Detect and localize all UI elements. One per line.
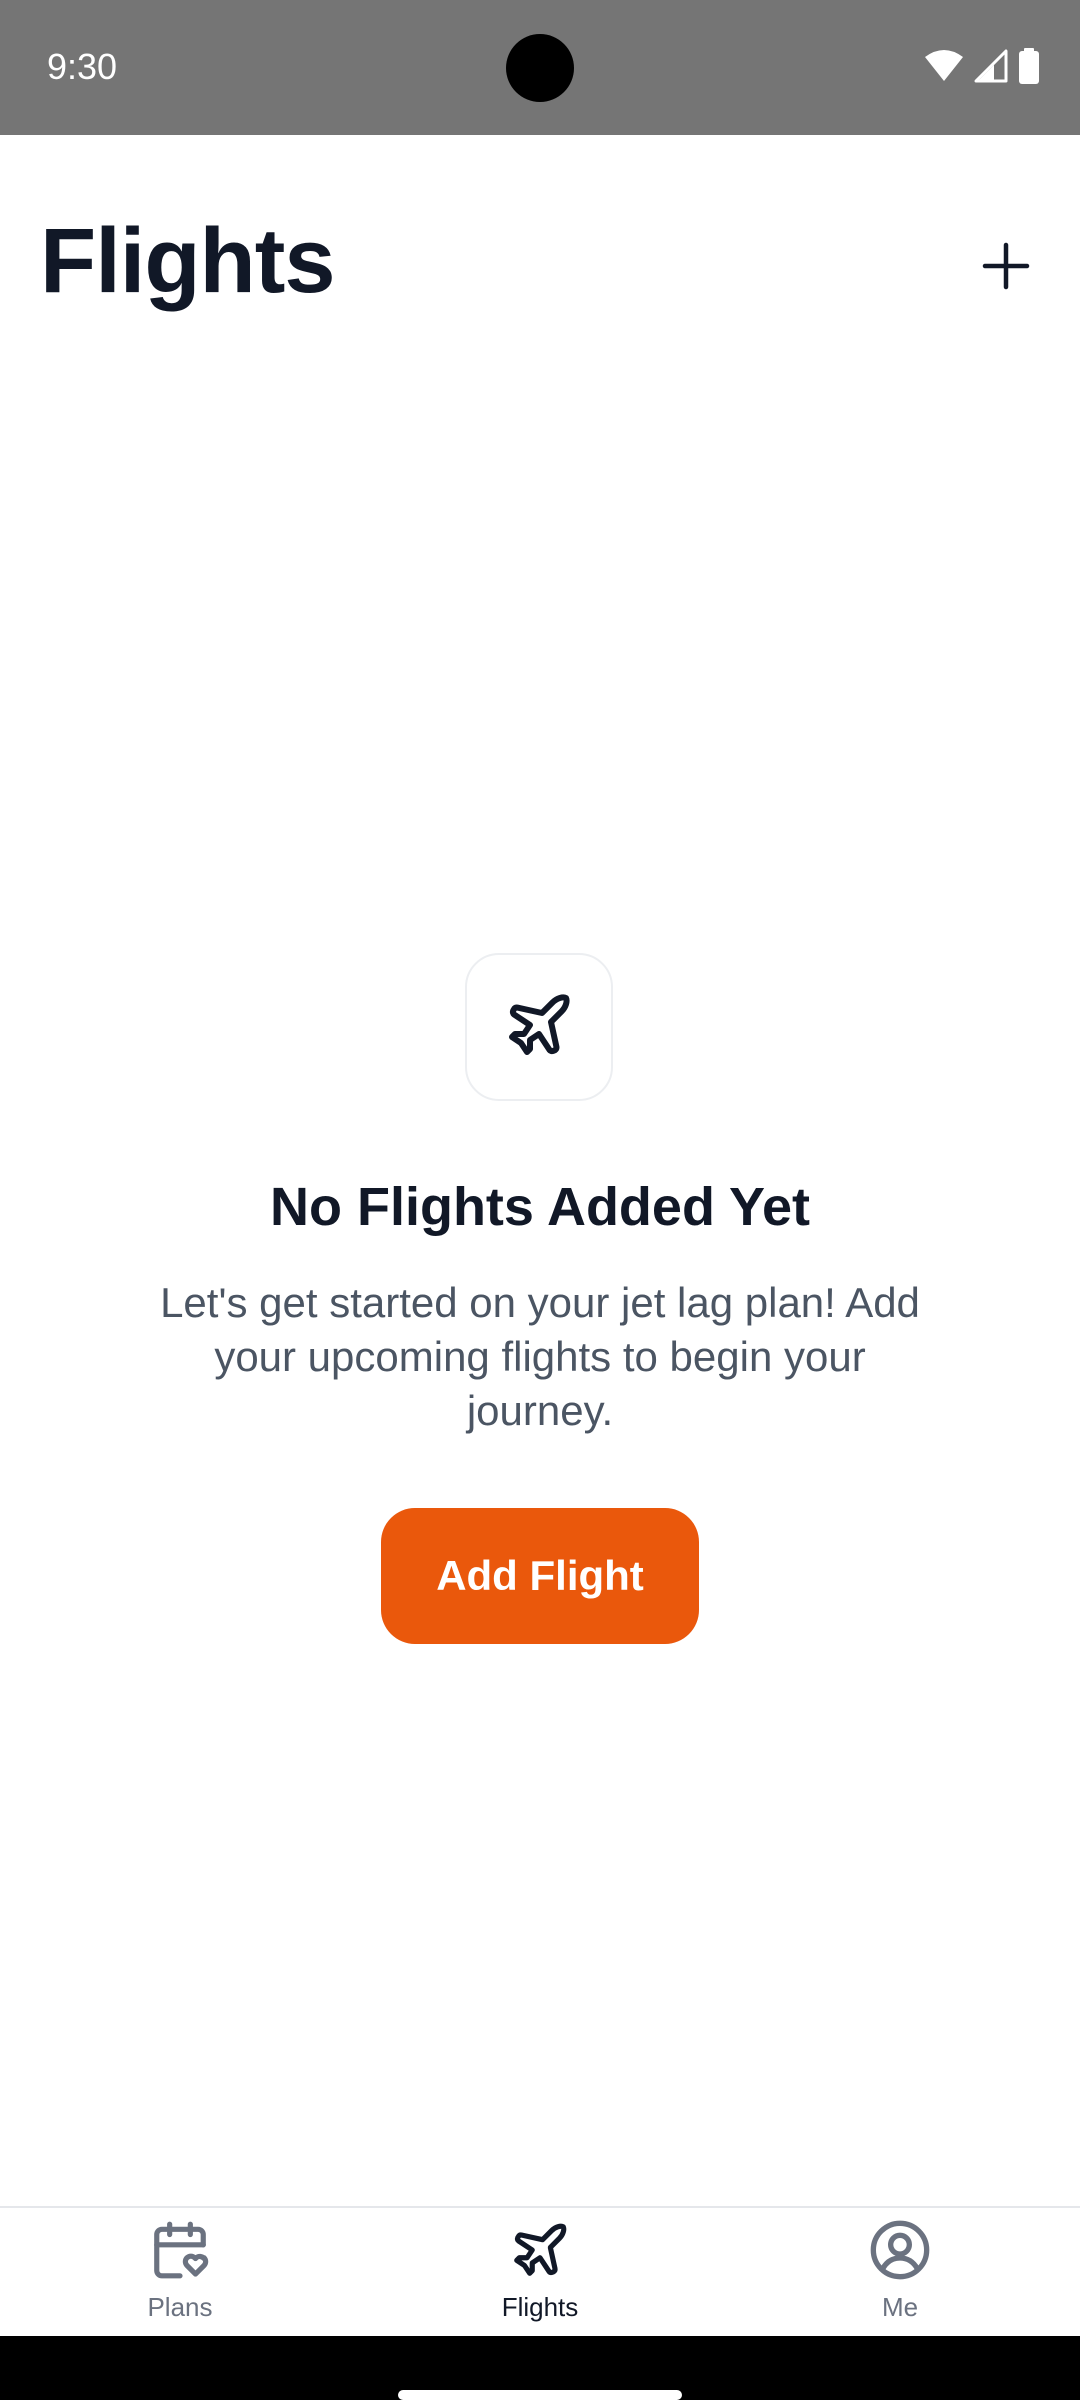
status-icons [924,47,1040,89]
nav-label-flights: Flights [501,2292,579,2322]
user-circle-icon [868,2218,932,2282]
airplane-icon [508,2218,572,2282]
camera-cutout [506,34,574,102]
nav-label-plans: Plans [147,2292,213,2322]
add-flight-icon-button[interactable] [966,228,1046,308]
plus-icon [982,242,1030,295]
nav-item-flights[interactable]: Flights [360,2208,720,2336]
flights-screen: 9:30 Flights No Flights Added Yet Let's … [0,0,1080,2400]
wifi-icon [924,49,964,88]
airplane-icon [503,989,575,1066]
battery-icon [1018,47,1040,89]
empty-state-description: Let's get started on your jet lag plan! … [160,1279,920,1434]
add-flight-button[interactable]: Add Flight [381,1508,699,1644]
page-title: Flights [40,210,336,312]
cellular-icon [974,49,1008,88]
empty-state-title: No Flights Added Yet [269,1177,811,1237]
empty-state-icon-box [465,953,613,1101]
status-bar: 9:30 [0,0,1080,135]
home-gesture-handle[interactable] [398,2390,682,2400]
bottom-nav: Plans Flights Me [0,2206,1080,2336]
status-time: 9:30 [47,46,118,87]
nav-item-plans[interactable]: Plans [0,2208,360,2336]
nav-item-me[interactable]: Me [720,2208,1080,2336]
nav-label-me: Me [881,2292,919,2322]
calendar-heart-icon [148,2218,212,2282]
